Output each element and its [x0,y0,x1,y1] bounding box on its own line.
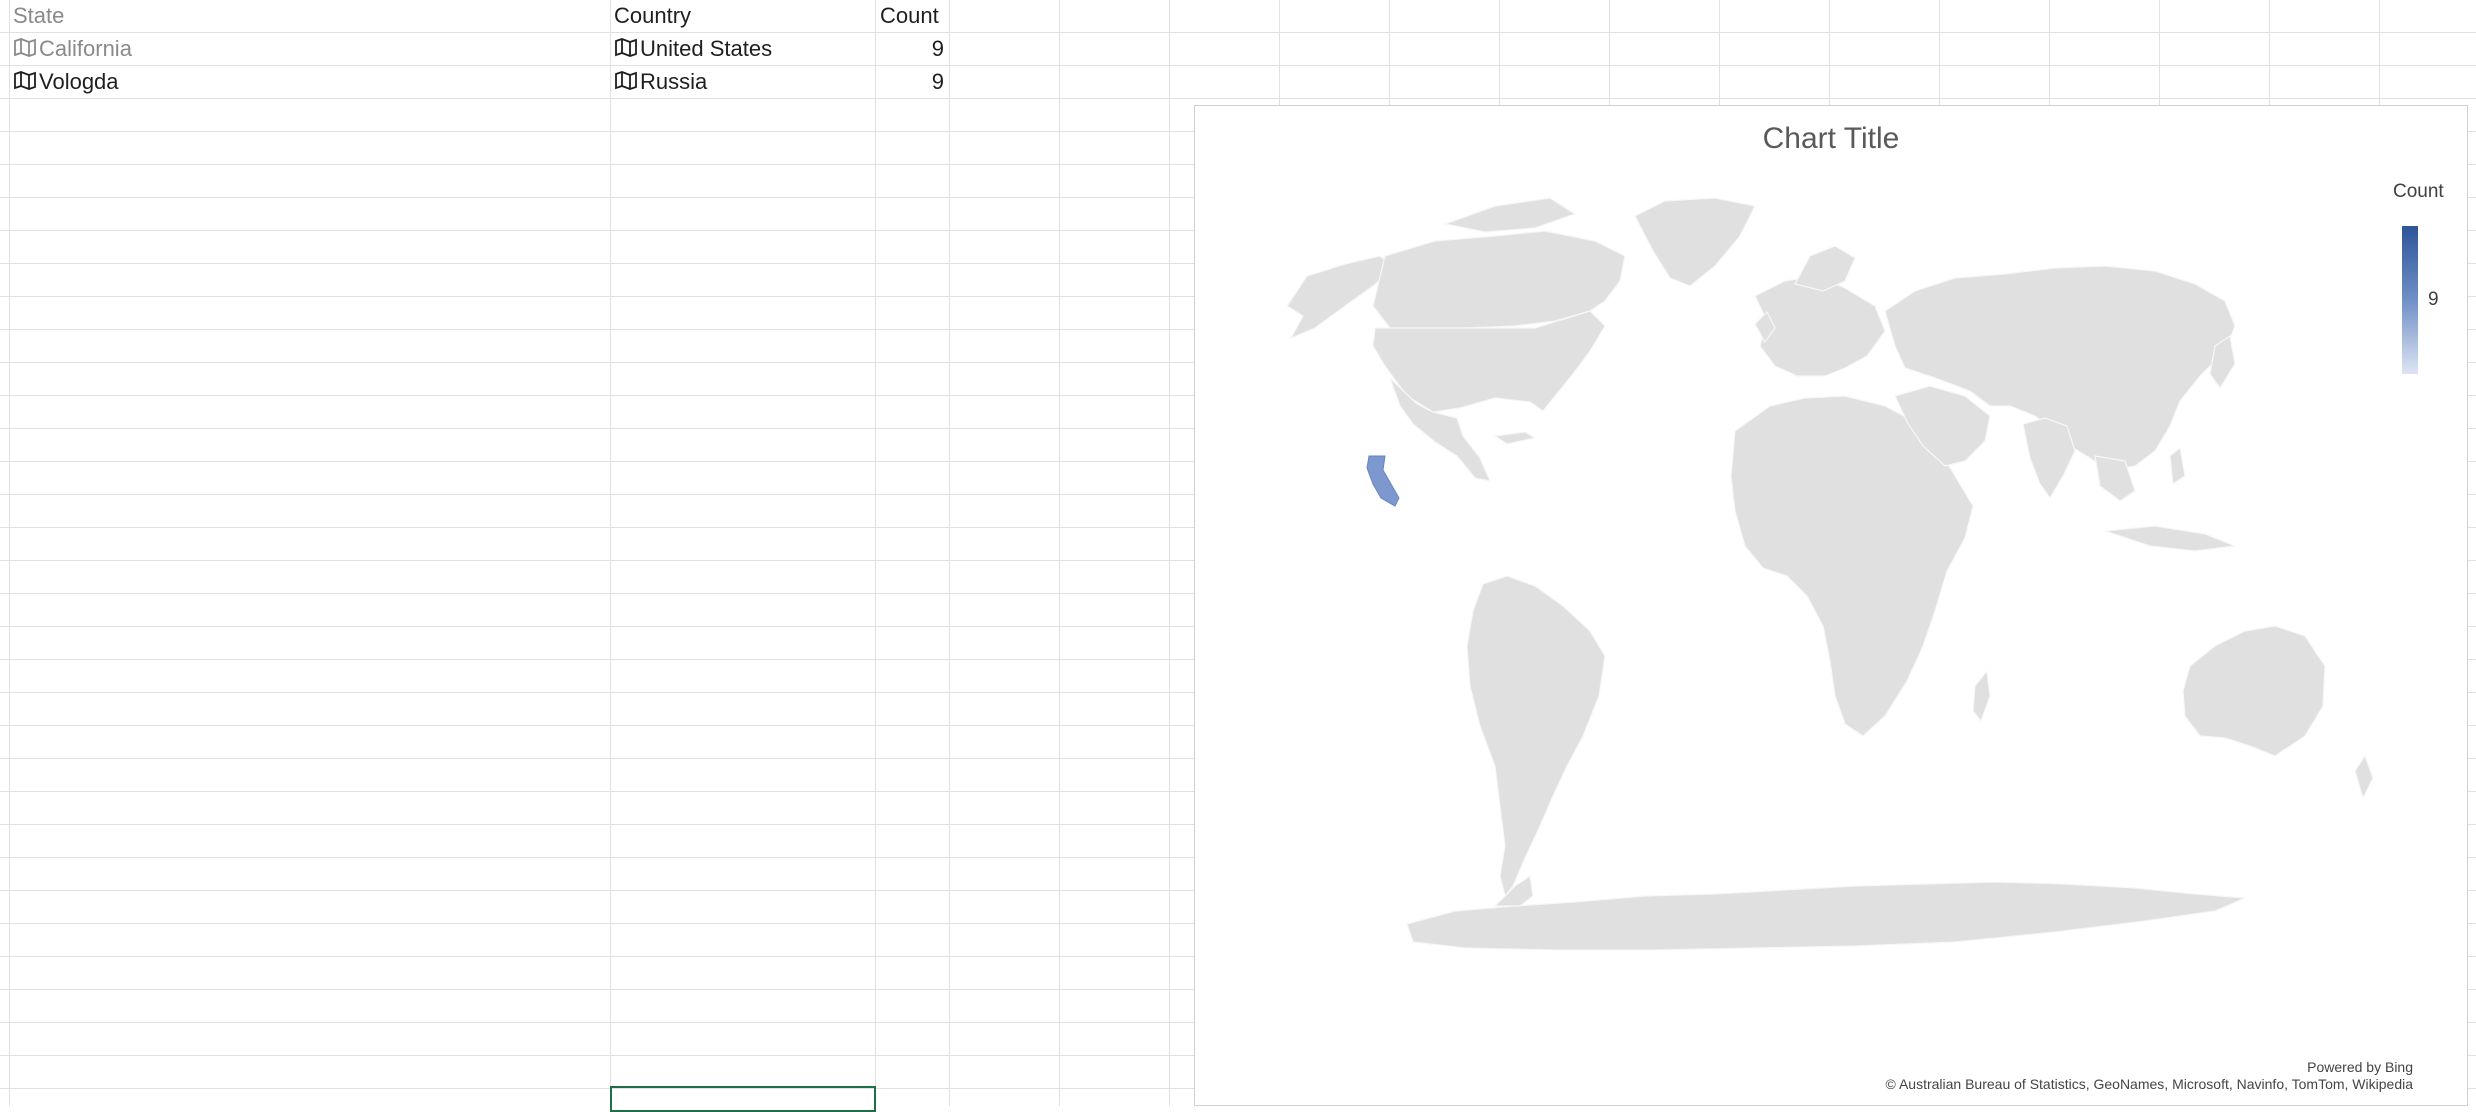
land-greenland [1634,197,1756,287]
powered-by-label: Powered by Bing [2307,1059,2413,1075]
column-gridline [949,0,950,1106]
legend-color-scale [2402,226,2418,374]
map-data-type-icon[interactable] [13,67,37,98]
map-chart[interactable]: Chart Title Count 9 Powered by Bing © Au… [1194,105,2468,1106]
row-gridline [0,98,2476,99]
map-data-type-icon[interactable] [614,67,638,98]
land-indonesia [2104,525,2236,552]
cell-country-2[interactable]: Russia [614,66,874,98]
map-data-type-icon[interactable] [13,34,37,65]
land-philippines [2169,446,2186,486]
state-value: Vologda [39,69,119,94]
column-gridline [1169,0,1170,1106]
header-count[interactable]: Count [876,0,950,32]
active-cell-selection[interactable] [610,1086,876,1112]
land-arctic-islands [1442,197,1577,233]
cell-count-2[interactable]: 9 [876,66,950,98]
country-value: Russia [640,69,708,94]
land-scandinavia [1794,245,1856,292]
column-gridline [610,0,611,1106]
region-california [1366,455,1400,507]
chart-title[interactable]: Chart Title [1195,122,2467,156]
legend-title: Count [2393,181,2444,202]
land-caribbean [1493,431,1537,445]
land-masses [1286,197,2374,951]
column-gridline [875,0,876,1106]
world-map [1286,197,2374,951]
land-australia [2182,625,2326,757]
cell-count-1[interactable]: 9 [876,33,950,65]
header-state[interactable]: State [13,0,608,32]
land-madagascar [1972,669,1991,723]
column-gridline [1059,0,1060,1106]
land-south-america [1466,575,1606,898]
land-india [2022,417,2076,500]
cell-state-1[interactable]: California [13,33,608,65]
map-data-type-icon[interactable] [614,34,638,65]
header-country[interactable]: Country [614,0,874,32]
land-new-zealand [2354,754,2374,800]
map-copyright: © Australian Bureau of Statistics, GeoNa… [1885,1076,2413,1092]
cell-state-2[interactable]: Vologda [13,66,608,98]
state-value: California [39,36,132,61]
country-value: United States [640,36,773,61]
legend-value: 9 [2428,289,2439,310]
cell-country-1[interactable]: United States [614,33,874,65]
column-gridline [9,0,10,1106]
